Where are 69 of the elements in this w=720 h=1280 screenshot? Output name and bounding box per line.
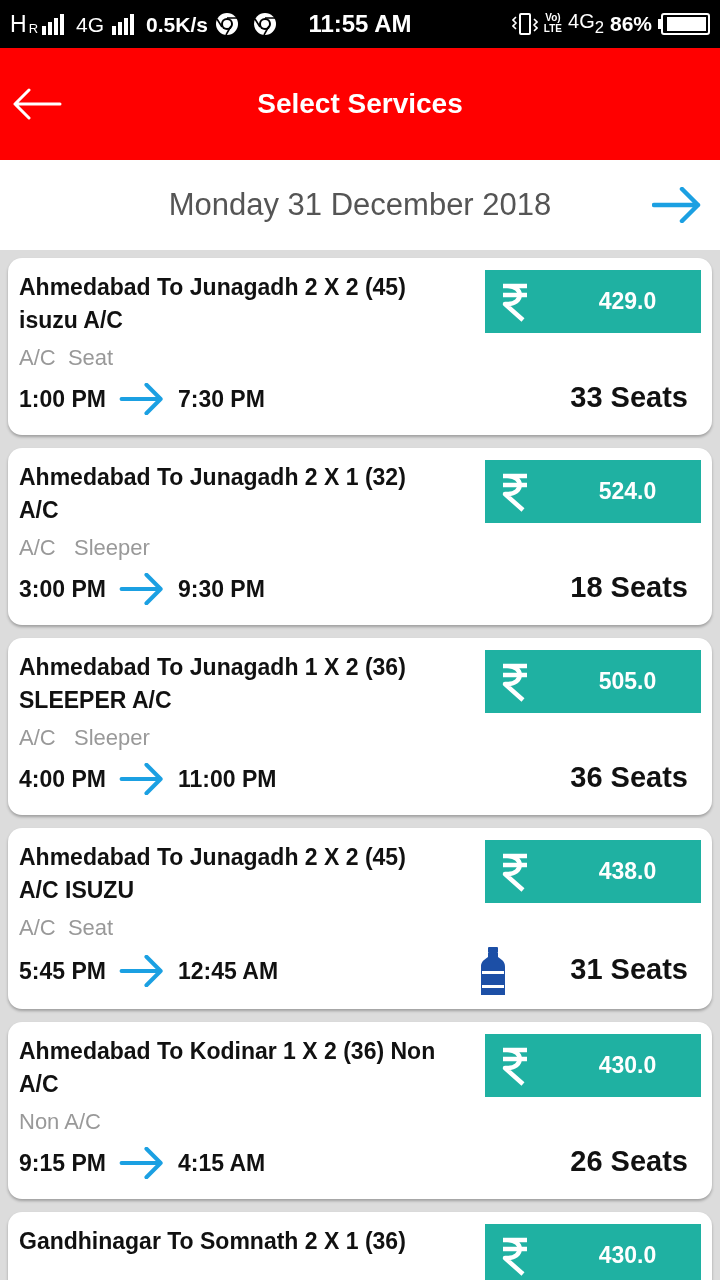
coach-type-text: A/C Sleeper (19, 724, 150, 752)
departure-time: 3:00 PM (19, 575, 106, 603)
coach-type-text: A/C Seat (19, 344, 114, 372)
seats-available-text: 33 Seats (570, 380, 688, 414)
arrow-right-icon (117, 573, 166, 605)
date-text: Monday 31 December 2018 (168, 187, 552, 223)
network-type-text: 4G$_{2}$ (568, 11, 604, 37)
rupee-icon (500, 661, 530, 702)
arrow-right-icon (652, 187, 702, 223)
browser-icon (253, 13, 276, 35)
roaming-text: R (28, 21, 38, 35)
arrival-time: 9:30 PM (177, 575, 265, 603)
price-text: 430.0 (597, 1242, 658, 1269)
rupee-icon (500, 471, 530, 512)
rupee-icon (500, 1045, 530, 1086)
service-card[interactable]: Ahmedabad To Junagadh 2 X 2 (45) isuzu A/C 429.0 A/C Seat 1:00 PM 7:30 PM 33 Seats (8, 258, 712, 435)
arrow-right-icon (117, 955, 166, 987)
network-speed-text: 0.5K/s (146, 13, 208, 35)
service-card[interactable]: Ahmedabad To Kodinar 1 X 2 (36) Non A/C 430.0 Non A/C 9:15 PM 4:15 AM 26 Seats (8, 1022, 712, 1199)
rupee-icon (500, 851, 530, 892)
back-button[interactable] (12, 88, 62, 120)
browser-icon (215, 13, 238, 35)
network-type-text: H (10, 12, 27, 36)
coach-type-text: A/C Sleeper (19, 534, 150, 562)
departure-time: 9:15 PM (19, 1149, 106, 1177)
network-type-text: 4G (76, 13, 105, 35)
arrival-time: 4:15 AM (177, 1149, 266, 1177)
vibrate-icon (511, 12, 538, 36)
volte-indicator: Vo) LTE (543, 13, 562, 35)
next-date-button[interactable] (652, 187, 702, 223)
seats-available-text: 18 Seats (570, 570, 688, 604)
departure-time: 1:00 PM (19, 385, 106, 413)
price-text: 430.0 (597, 1052, 658, 1079)
price-text: 524.0 (597, 478, 658, 505)
service-card[interactable]: Ahmedabad To Junagadh 2 X 1 (32) A/C 524.0 A/C Sleeper 3:00 PM 9:30 PM 18 Seats (8, 448, 712, 625)
coach-type-text: Non A/C (19, 1108, 101, 1136)
service-title: Ahmedabad To Junagadh 1 X 2 (36) SLEEPER A/C (19, 653, 407, 715)
service-title: Gandhinagar To Somnath 2 X 1 (36) (19, 1227, 406, 1256)
service-card[interactable]: Ahmedabad To Junagadh 2 X 2 (45) A/C ISUZU 438.0 A/C Seat 5:45 PM 12:45 AM 31 Seats (8, 828, 712, 1009)
clock-text: 11:55 AM (308, 12, 412, 36)
service-title: Ahmedabad To Junagadh 2 X 2 (45) isuzu A/C (19, 273, 407, 335)
arrival-time: 11:00 PM (177, 765, 277, 793)
back-arrow-icon (12, 88, 62, 120)
rupee-icon (500, 1235, 530, 1276)
arrival-time: 12:45 AM (177, 957, 279, 985)
price-text: 429.0 (597, 288, 658, 315)
coach-type-text: A/C Seat (19, 914, 114, 942)
arrival-time: 7:30 PM (177, 385, 265, 413)
service-title: Ahmedabad To Kodinar 1 X 2 (36) Non A/C (19, 1037, 437, 1099)
service-card[interactable]: Ahmedabad To Junagadh 1 X 2 (36) SLEEPER A/C 505.0 A/C Sleeper 4:00 PM 11:00 PM 36 Seats (8, 638, 712, 815)
arrow-right-icon (117, 763, 166, 795)
signal-icon (112, 13, 135, 35)
service-card[interactable]: Gandhinagar To Somnath 2 X 1 (36) 430.0 (8, 1212, 712, 1280)
service-title: Ahmedabad To Junagadh 2 X 1 (32) A/C (19, 463, 407, 525)
signal-icon (42, 13, 64, 35)
arrow-right-icon (117, 383, 166, 415)
price-text: 438.0 (597, 858, 658, 885)
page-title: Select Services (256, 88, 464, 120)
seats-available-text: 31 Seats (570, 952, 688, 986)
seats-available-text: 26 Seats (570, 1144, 688, 1178)
departure-time: 5:45 PM (19, 957, 106, 985)
departure-time: 4:00 PM (19, 765, 106, 793)
battery-percent-text: 86% (609, 13, 652, 35)
service-title: Ahmedabad To Junagadh 2 X 2 (45) A/C ISUZU (19, 843, 407, 905)
seats-available-text: 36 Seats (570, 760, 688, 794)
battery-icon (658, 13, 710, 35)
arrow-right-icon (117, 1147, 166, 1179)
price-text: 505.0 (597, 668, 658, 695)
rupee-icon (500, 281, 530, 322)
